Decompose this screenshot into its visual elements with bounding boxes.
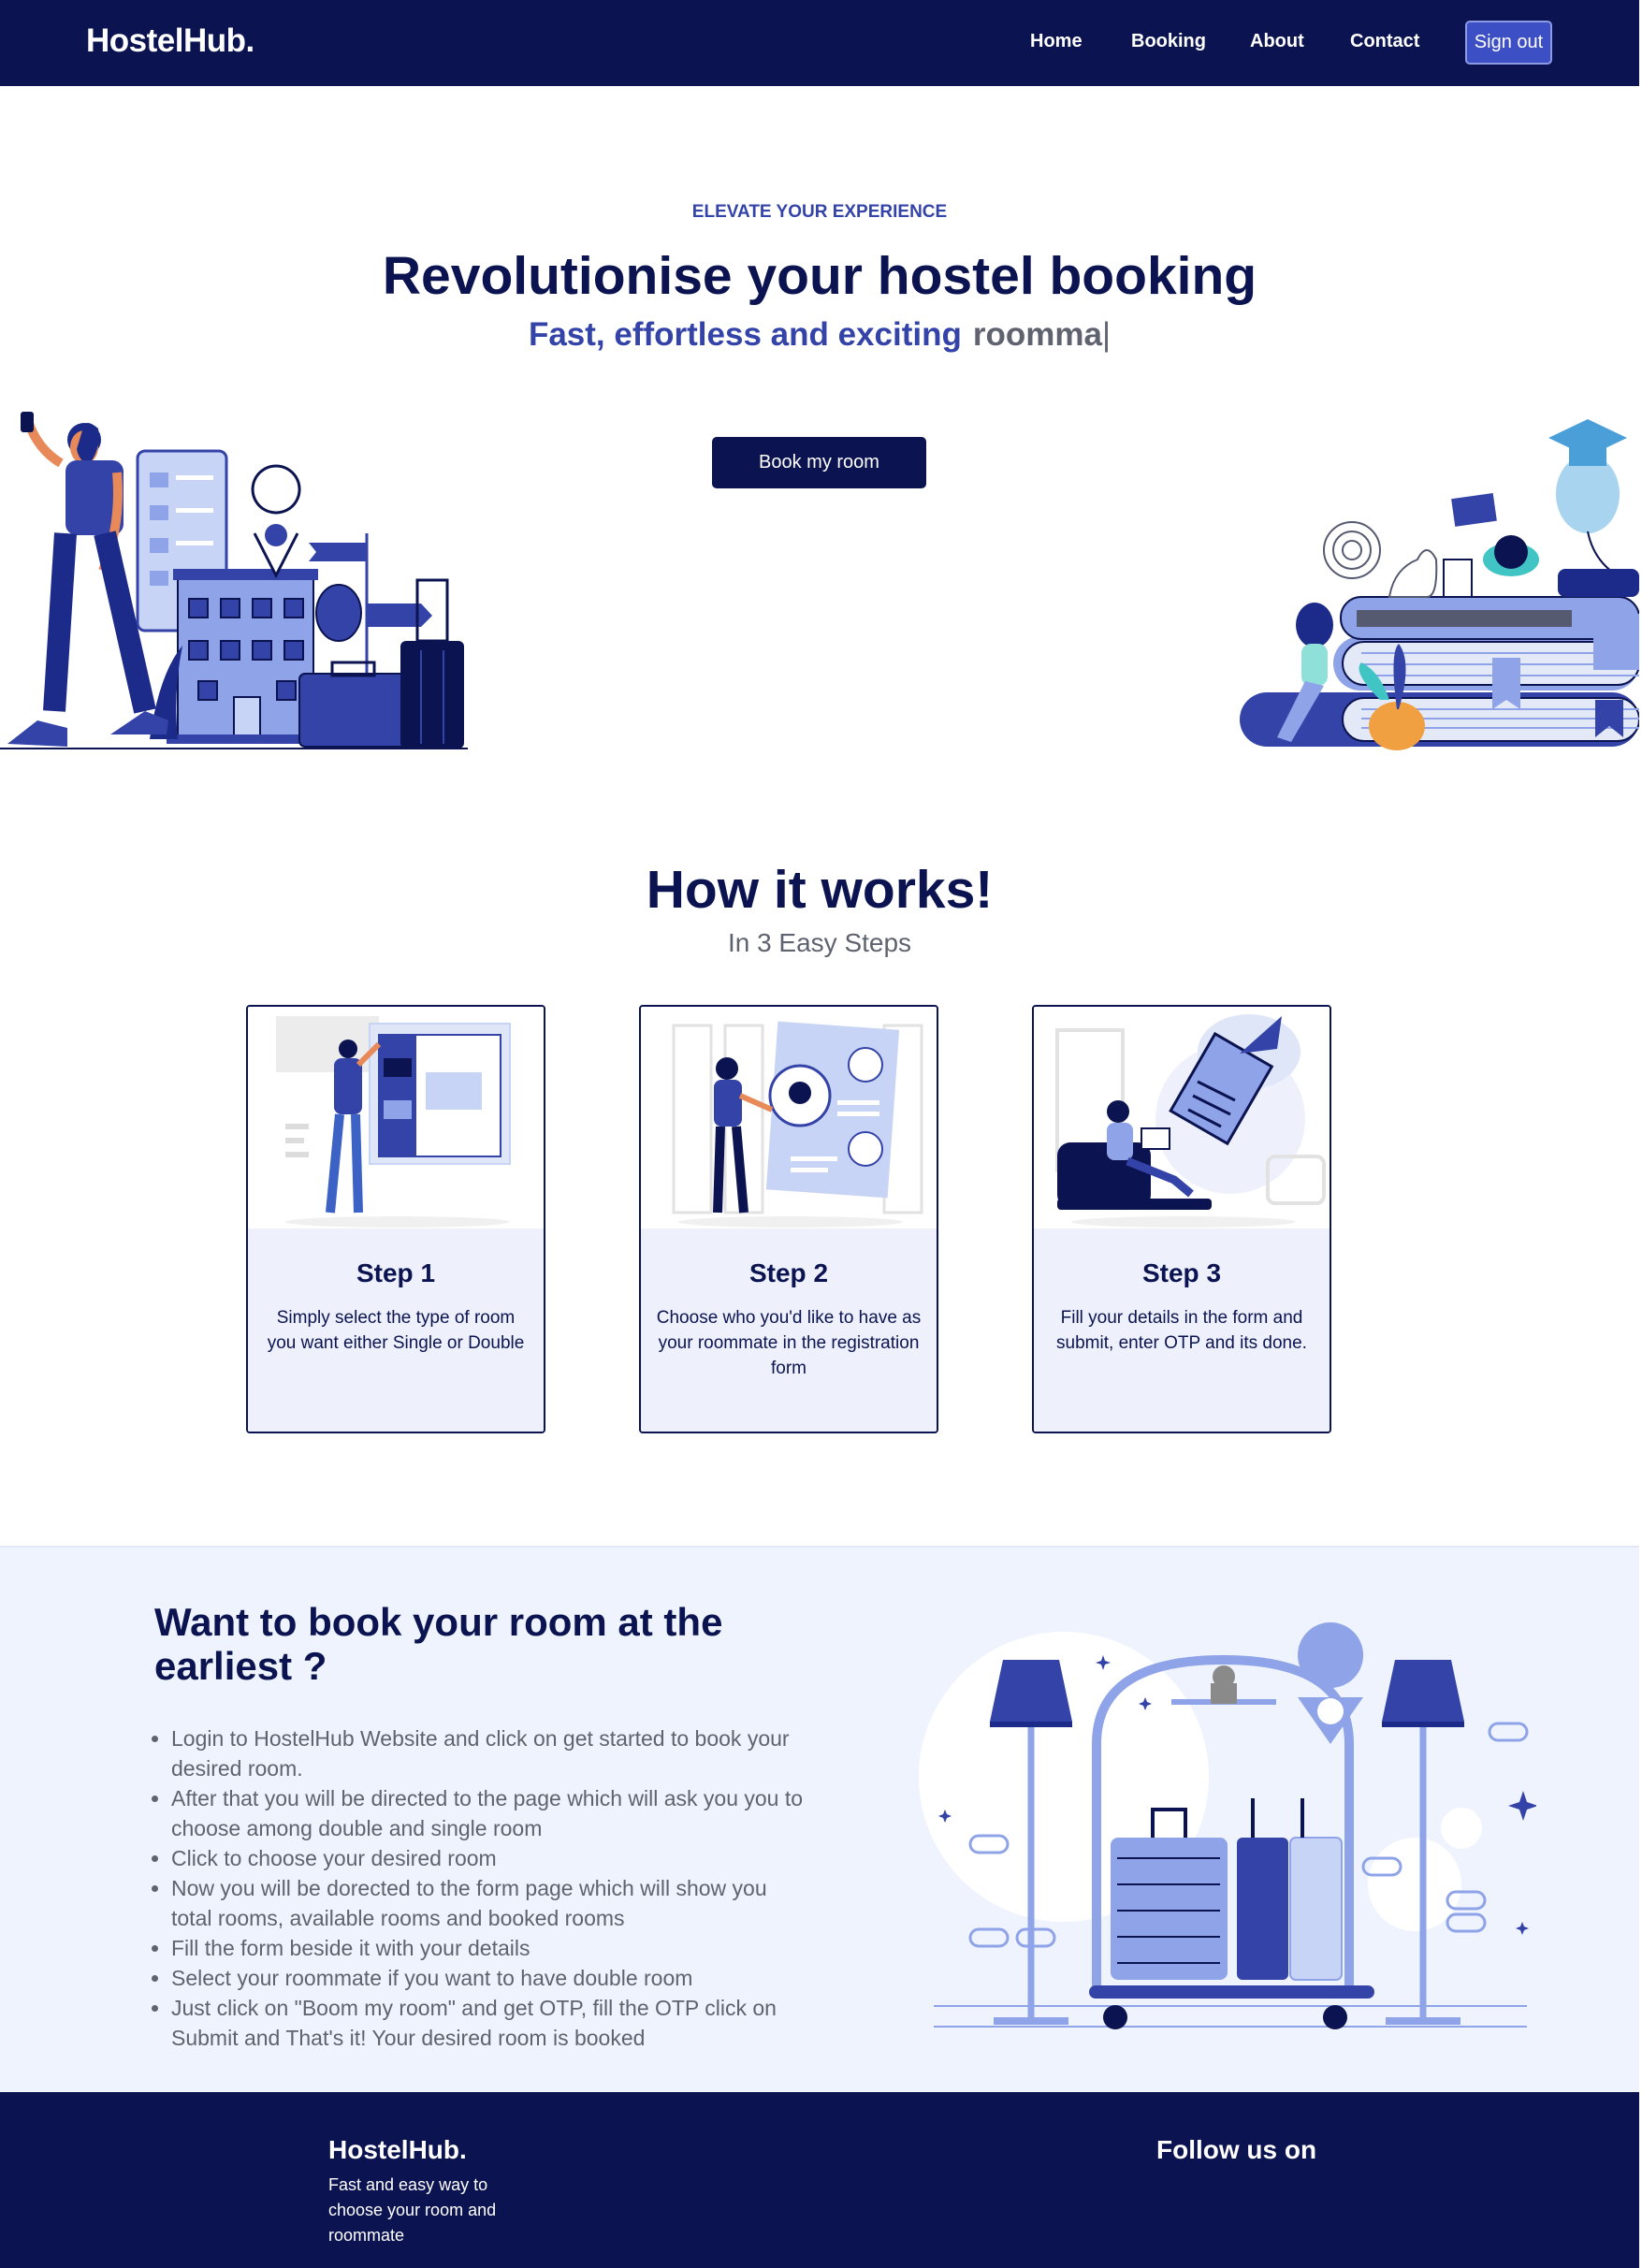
how-it-works-title: How it works! — [646, 860, 994, 920]
hero-title: Revolutionise your hostel booking — [382, 246, 1257, 306]
list-item: Now you will be dorected to the form pag… — [171, 1873, 807, 1933]
book-info-section: Want to book your room at the earliest ?… — [0, 1546, 1639, 2092]
step-description: Simply select the type of room you want … — [267, 1308, 525, 1353]
list-item: Login to HostelHub Website and click on … — [171, 1723, 807, 1783]
how-it-works-subtitle: In 3 Easy Steps — [727, 928, 912, 957]
sign-out-button[interactable]: Sign out — [1465, 21, 1552, 65]
choose-roommate-illustration — [641, 1007, 937, 1228]
nav-about-link[interactable]: About — [1250, 31, 1304, 52]
step-title: Step 1 — [356, 1258, 436, 1287]
list-item: Fill the form beside it with your detail… — [171, 1933, 807, 1963]
fill-details-illustration — [1034, 1007, 1330, 1228]
step-card-3: Step 3 Fill your details in the form and… — [1032, 1005, 1331, 1433]
list-item: Just click on "Boom my room" and get OTP… — [171, 1993, 807, 2053]
list-item: Select your roommate if you want to have… — [171, 1963, 807, 1993]
step-card-1: Step 1 Simply select the type of room yo… — [246, 1005, 545, 1433]
step-body: Step 2 Choose who you'd like to have as … — [641, 1228, 937, 1432]
nav-booking-link[interactable]: Booking — [1131, 31, 1206, 52]
list-item: After that you will be directed to the p… — [171, 1783, 807, 1843]
hero-subtitle-static: Fast, effortless and exciting — [528, 316, 962, 353]
nav-home-link[interactable]: Home — [1030, 31, 1083, 52]
booking-steps-list: Login to HostelHub Website and click on … — [171, 1723, 807, 2053]
footer-tagline: Fast and easy way to choose your room an… — [328, 2175, 497, 2245]
footer: HostelHub. Fast and easy way to choose y… — [0, 2092, 1639, 2268]
step-card-2: Step 2 Choose who you'd like to have as … — [639, 1005, 938, 1433]
follow-us-heading: Follow us on — [1156, 2135, 1317, 2164]
book-my-room-button[interactable]: Book my room — [712, 437, 926, 488]
step-body: Step 3 Fill your details in the form and… — [1034, 1228, 1330, 1432]
book-section-title: Want to book your room at the earliest ? — [154, 1600, 723, 1688]
step-body: Step 1 Simply select the type of room yo… — [248, 1228, 544, 1432]
hero-eyebrow: ELEVATE YOUR EXPERIENCE — [691, 202, 948, 222]
select-room-illustration — [248, 1007, 544, 1228]
traveler-illustration — [0, 412, 468, 749]
footer-brand[interactable]: HostelHub. — [328, 2135, 467, 2165]
step-title: Step 3 — [1141, 1258, 1222, 1287]
step-description: Fill your details in the form and submit… — [1056, 1308, 1307, 1353]
list-item: Click to choose your desired room — [171, 1843, 807, 1873]
books-illustration — [1240, 419, 1639, 750]
nav-contact-link[interactable]: Contact — [1350, 31, 1419, 52]
typing-cursor: | — [1101, 316, 1112, 353]
brand-logo[interactable]: HostelHub. — [86, 22, 254, 60]
navbar: HostelHub. Home Booking About Contact Si… — [0, 0, 1639, 86]
luggage-cart-illustration — [919, 1622, 1536, 2029]
hero-subtitle: Fast, effortless and exciting roomma| — [0, 316, 1639, 354]
step-title: Step 2 — [748, 1258, 829, 1287]
hero-subtitle-typed: roomma — [972, 316, 1102, 353]
step-description: Choose who you'd like to have as your ro… — [656, 1308, 922, 1378]
